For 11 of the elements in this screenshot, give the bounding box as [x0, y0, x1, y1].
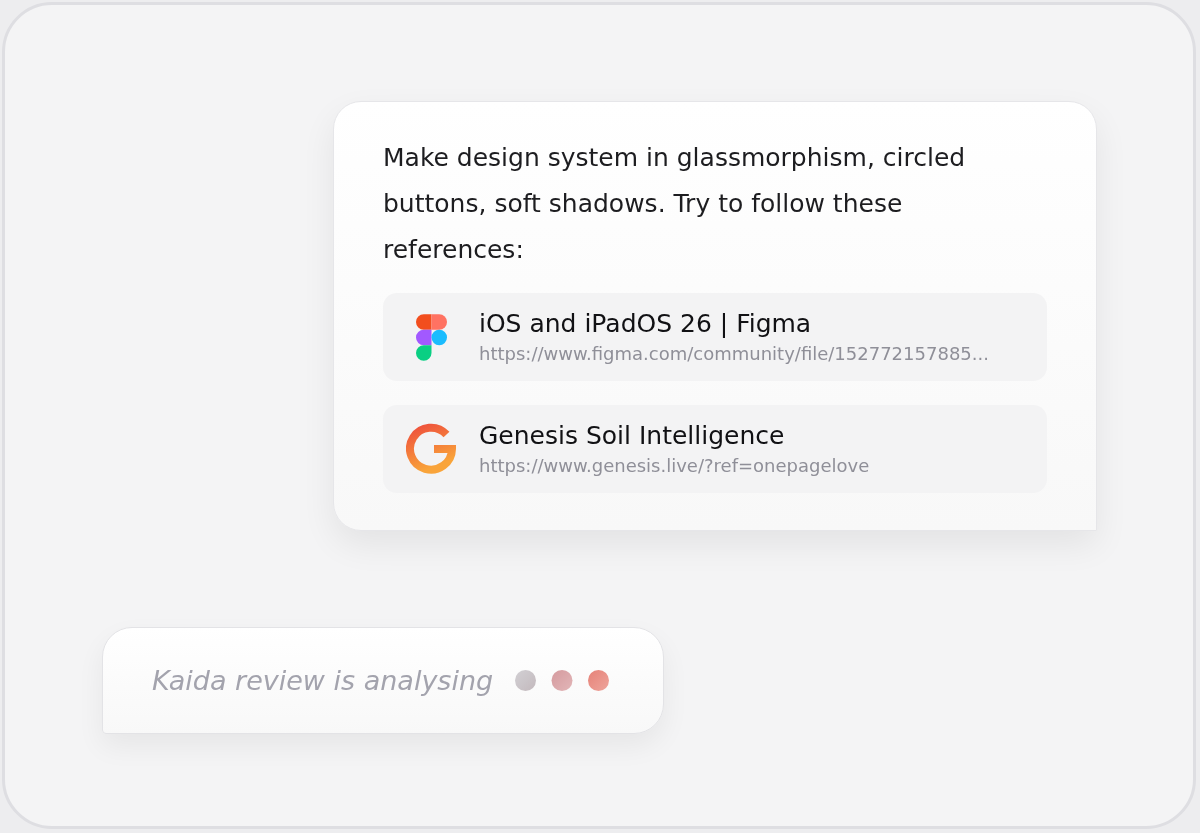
status-text: Kaida review is analysing [152, 665, 494, 696]
figma-logo-icon [415, 313, 447, 361]
link-url: https://www.genesis.live/?ref=onepagelove [479, 454, 870, 478]
g-letter-logo-icon [406, 423, 456, 475]
link-url: https://www.figma.com/community/file/152772157885... [479, 342, 989, 366]
link-title: Genesis Soil Intelligence [479, 420, 786, 451]
link-preview[interactable]: iOS and iPadOS 26 | Figma https://www.figma.com/community/file/152772157885... [383, 293, 1047, 381]
message-text: Make design system in glassmorphism, circled buttons, soft shadows. Try to follow these references: [383, 142, 967, 266]
link-preview[interactable]: Genesis Soil Intelligence https://www.genesis.live/?ref=onepagelove [383, 405, 1047, 493]
typing-dots-icon [515, 670, 610, 691]
link-title: iOS and iPadOS 26 | Figma [479, 308, 813, 339]
